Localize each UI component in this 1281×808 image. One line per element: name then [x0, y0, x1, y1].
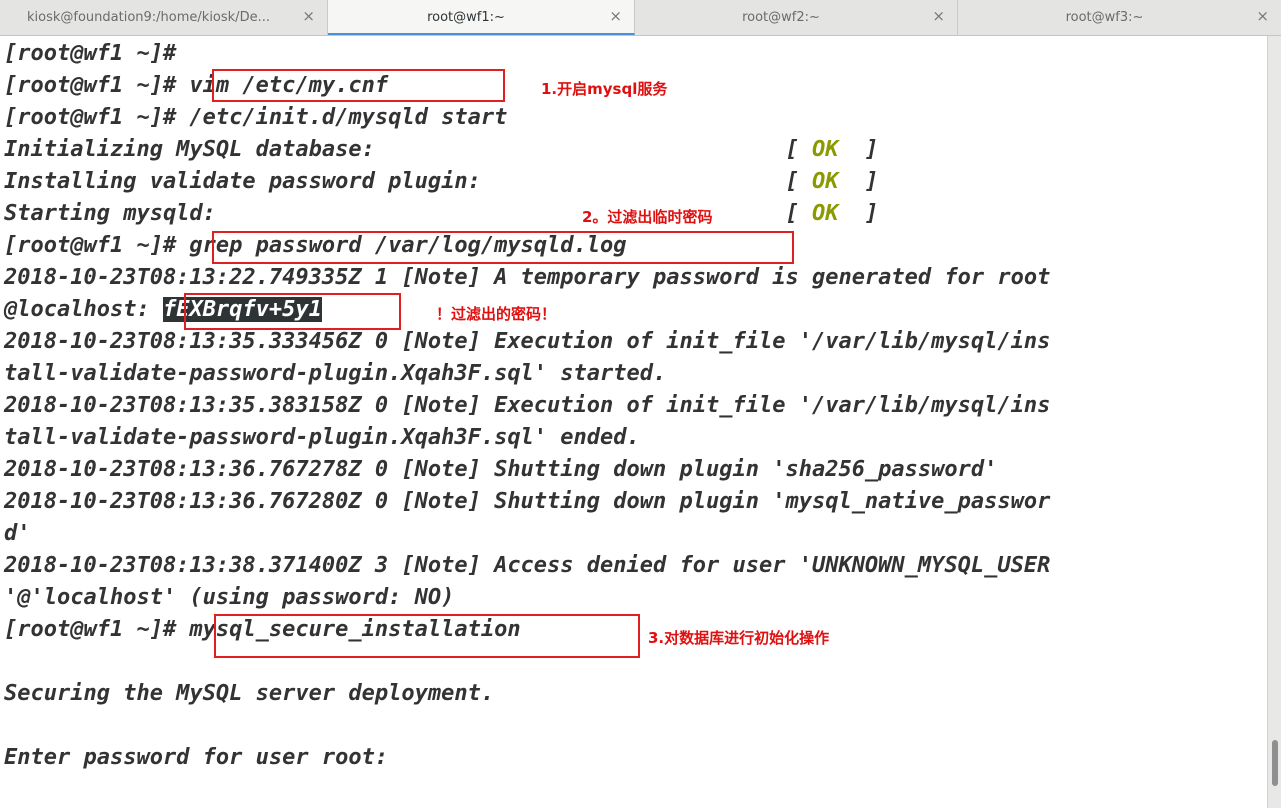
- terminal-line: 2018-10-23T08:13:36.767280Z 0 [Note] Shu…: [4, 489, 1051, 514]
- terminal-line: 2018-10-23T08:13:38.371400Z 3 [Note] Acc…: [4, 553, 1051, 578]
- terminal-line: tall-validate-password-plugin.Xqah3F.sql…: [4, 361, 667, 386]
- terminal-text: ]: [838, 201, 879, 226]
- terminal-line: Initializing MySQL database: [ OK ]: [4, 134, 878, 166]
- ok-status: OK: [811, 169, 839, 194]
- annotation-label: 1.开启mysql服务: [541, 80, 668, 98]
- tab-bar: kiosk@foundation9:/home/kiosk/De... × ro…: [0, 0, 1281, 36]
- close-icon[interactable]: ×: [302, 7, 315, 25]
- ok-status: OK: [811, 137, 839, 162]
- tab-label: root@wf1:~: [427, 10, 505, 25]
- tab-label: root@wf2:~: [742, 10, 820, 25]
- terminal-line: [root@wf1 ~]#: [4, 41, 177, 66]
- terminal-line: Securing the MySQL server deployment.: [4, 681, 495, 706]
- scrollbar[interactable]: [1267, 36, 1281, 808]
- close-icon[interactable]: ×: [609, 7, 622, 25]
- terminal-line: Starting mysqld: [ OK ]: [4, 198, 878, 230]
- annotation-label: 2。过滤出临时密码: [582, 208, 713, 226]
- terminal-line: Enter password for user root:: [4, 745, 389, 770]
- tab-root-wf2[interactable]: root@wf2:~ ×: [635, 0, 958, 35]
- terminal-text: @localhost:: [4, 297, 163, 322]
- terminal-line: 2018-10-23T08:13:35.383158Z 0 [Note] Exe…: [4, 393, 1051, 418]
- close-icon[interactable]: ×: [1256, 7, 1269, 25]
- terminal-line: d': [4, 521, 31, 546]
- temporary-password[interactable]: fEXBrqfv+5y1: [162, 297, 322, 322]
- terminal-line: [root@wf1 ~]# grep password /var/log/mys…: [4, 233, 627, 258]
- terminal-line: '@'localhost' (using password: NO): [4, 585, 455, 610]
- terminal-text: ]: [838, 137, 879, 162]
- terminal-output[interactable]: [root@wf1 ~]# [root@wf1 ~]# vim /etc/my.…: [0, 36, 1267, 808]
- annotation-label: 3.对数据库进行初始化操作: [648, 629, 830, 647]
- terminal-line: 2018-10-23T08:13:35.333456Z 0 [Note] Exe…: [4, 329, 1051, 354]
- terminal-line: Installing validate password plugin: [ O…: [4, 166, 878, 198]
- terminal-text: Initializing MySQL database: [: [4, 137, 812, 162]
- tab-label: root@wf3:~: [1065, 10, 1144, 25]
- terminal-line: 2018-10-23T08:13:22.749335Z 1 [Note] A t…: [4, 265, 1051, 290]
- terminal-line: [root@wf1 ~]# vim /etc/my.cnf: [4, 73, 389, 98]
- annotation-label: ！过滤出的密码！: [436, 305, 557, 323]
- terminal-text: ]: [838, 169, 879, 194]
- close-icon[interactable]: ×: [932, 7, 945, 25]
- ok-status: OK: [811, 201, 839, 226]
- terminal-line: [root@wf1 ~]# /etc/init.d/mysqld start: [4, 105, 508, 130]
- tab-kiosk-home[interactable]: kiosk@foundation9:/home/kiosk/De... ×: [0, 0, 328, 35]
- tab-label: kiosk@foundation9:/home/kiosk/De...: [27, 10, 270, 25]
- terminal-line: tall-validate-password-plugin.Xqah3F.sql…: [4, 425, 640, 450]
- tab-root-wf3[interactable]: root@wf3:~ ×: [958, 0, 1281, 35]
- terminal-line: 2018-10-23T08:13:36.767278Z 0 [Note] Shu…: [4, 457, 998, 482]
- tab-root-wf1[interactable]: root@wf1:~ ×: [328, 0, 635, 35]
- terminal-line: @localhost: fEXBrqfv+5y1: [4, 294, 322, 326]
- terminal-text: Installing validate password plugin: [: [4, 169, 812, 194]
- terminal-line: [root@wf1 ~]# mysql_secure_installation: [4, 617, 521, 642]
- scrollbar-thumb[interactable]: [1272, 740, 1278, 786]
